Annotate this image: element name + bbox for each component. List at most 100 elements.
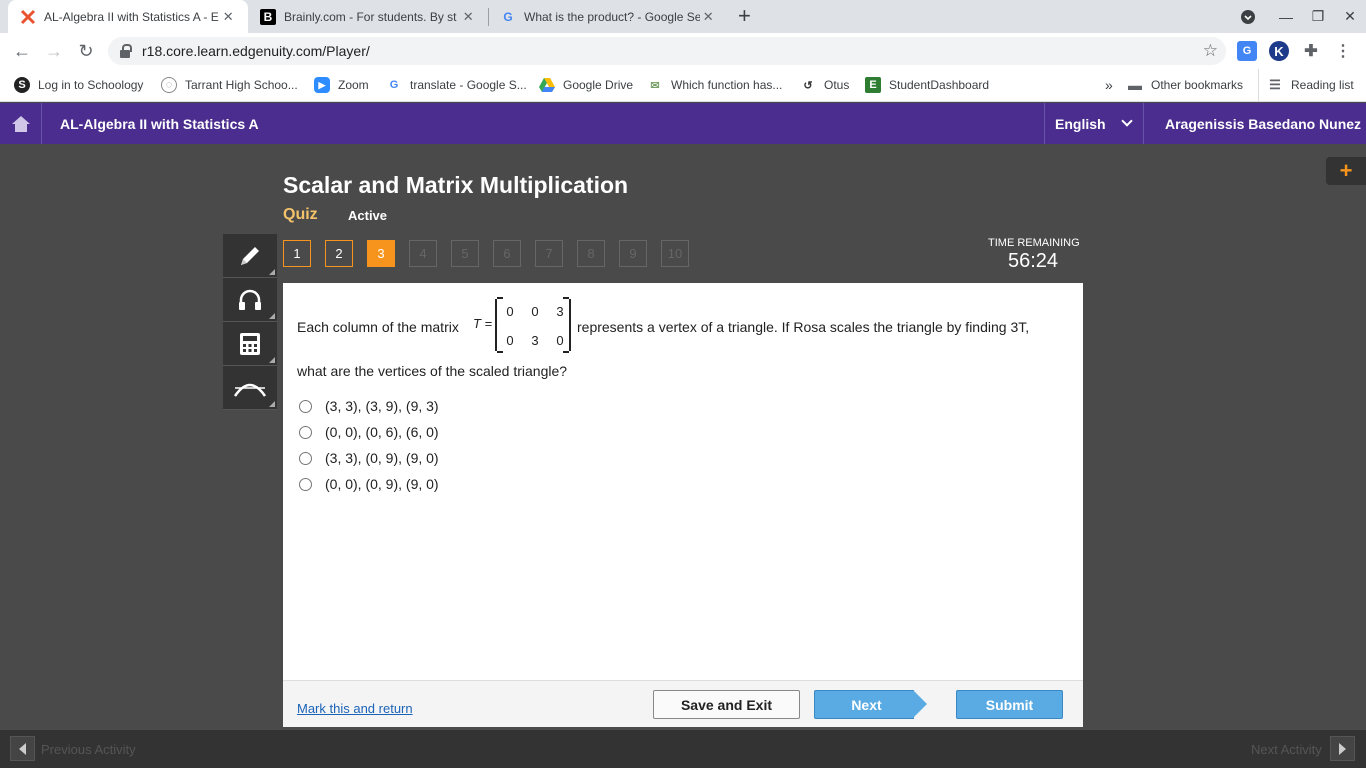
close-icon[interactable]: ✕ — [220, 9, 236, 25]
question-button-3[interactable]: 3 — [367, 240, 395, 267]
matrix-cell: 3 — [531, 333, 539, 348]
answer-option-4[interactable]: (0, 0), (0, 9), (9, 0) — [299, 476, 439, 492]
next-activity-label: Next Activity — [1251, 742, 1322, 757]
matrix-cell: 3 — [556, 304, 564, 319]
arch-icon — [233, 383, 267, 397]
plus-icon: + — [1339, 158, 1353, 183]
tab-brainly[interactable]: B Brainly.com - For students. By st ✕ — [248, 0, 488, 33]
bookmark-google-drive[interactable]: Google Drive — [539, 69, 633, 101]
tab-title: AL-Algebra II with Statistics A - E — [44, 9, 219, 24]
question-button-9: 9 — [619, 240, 647, 267]
browser-tab-strip: AL-Algebra II with Statistics A - E ✕ B … — [0, 0, 1366, 33]
bookmark-star-icon[interactable]: ☆ — [1203, 41, 1218, 61]
tool-rail — [223, 234, 277, 410]
back-icon[interactable]: ← — [10, 39, 34, 63]
close-icon[interactable]: ✕ — [460, 9, 476, 25]
language-label: English — [1055, 115, 1106, 132]
bookmark-label: StudentDashboard — [889, 78, 990, 92]
edgenuity-x-icon — [20, 9, 36, 25]
google-g-icon: G — [503, 9, 513, 24]
time-remaining-value: 56:24 — [1008, 250, 1059, 272]
answer-option-2[interactable]: (0, 0), (0, 6), (6, 0) — [299, 424, 439, 440]
next-button[interactable]: Next — [814, 690, 928, 719]
tab-search-icon[interactable] — [1233, 0, 1263, 33]
chevron-right-icon — [1339, 742, 1346, 755]
new-tab-icon[interactable]: + — [738, 4, 751, 28]
radio-button[interactable] — [299, 477, 312, 491]
question-panel: Each column of the matrix T = 0 0 3 0 3 … — [283, 283, 1083, 680]
next-activity-button[interactable] — [1330, 736, 1355, 761]
language-select[interactable]: English — [1044, 103, 1144, 144]
calculator-tool-button[interactable] — [223, 322, 277, 366]
home-icon — [11, 115, 30, 132]
bookmark-tarrant[interactable]: ◌ Tarrant High Schoo... — [161, 69, 298, 101]
audio-tool-button[interactable] — [223, 278, 277, 322]
bookmark-which-function[interactable]: ✉ Which function has... — [647, 69, 782, 101]
question-button-2[interactable]: 2 — [325, 240, 353, 267]
close-icon[interactable]: ✕ — [700, 9, 716, 25]
add-tools-button[interactable]: + — [1326, 157, 1366, 185]
restore-icon[interactable]: ❐ — [1303, 0, 1333, 33]
radio-button[interactable] — [299, 451, 312, 465]
save-and-exit-button[interactable]: Save and Exit — [653, 690, 800, 719]
matrix-cell: 0 — [531, 304, 539, 319]
k-extension-icon[interactable]: K — [1269, 41, 1289, 61]
translate-extension-icon[interactable]: G — [1237, 41, 1257, 61]
pencil-icon — [241, 246, 259, 265]
bookmark-other-bookmarks[interactable]: ▬ Other bookmarks — [1127, 69, 1243, 101]
brainly-b-icon: B — [260, 8, 276, 25]
bookmark-label: Google Drive — [563, 78, 634, 92]
bookmark-schoology[interactable]: S Log in to Schoology — [14, 69, 143, 101]
reading-list-icon: ☰ — [1269, 77, 1281, 92]
tab-title: What is the product? - Google Se — [524, 9, 701, 24]
address-bar[interactable]: r18.core.learn.edgenuity.com/Player/ ☆ — [108, 37, 1226, 65]
user-name[interactable]: Aragenissis Basedano Nunez — [1165, 116, 1361, 132]
bookmark-label: Which function has... — [671, 78, 783, 92]
matrix-cell: 0 — [506, 333, 514, 348]
pencil-tool-button[interactable] — [223, 234, 277, 278]
answer-option-1[interactable]: (3, 3), (3, 9), (9, 3) — [299, 398, 439, 414]
forward-icon[interactable]: → — [42, 39, 66, 63]
bookmark-student-dashboard[interactable]: E StudentDashboard — [865, 69, 989, 101]
tab-edgenuity[interactable]: AL-Algebra II with Statistics A - E ✕ — [8, 0, 248, 33]
question-text-continued: represents a vertex of a triangle. If Ro… — [577, 319, 1030, 335]
folder-icon: ▬ — [1128, 77, 1142, 93]
extensions-puzzle-icon[interactable]: ✚ — [1301, 41, 1321, 61]
bookmarks-overflow-icon[interactable]: » — [1105, 69, 1113, 101]
reload-icon[interactable]: ↻ — [74, 39, 98, 63]
close-window-icon[interactable]: ✕ — [1335, 0, 1365, 33]
headphones-icon — [239, 289, 261, 310]
radio-button[interactable] — [299, 425, 312, 439]
home-button[interactable] — [0, 103, 42, 144]
question-text-start: Each column of the matrix — [297, 319, 459, 335]
question-button-6: 6 — [493, 240, 521, 267]
answer-label: (3, 3), (0, 9), (9, 0) — [325, 450, 439, 466]
answer-option-3[interactable]: (3, 3), (0, 9), (9, 0) — [299, 450, 439, 466]
otus-icon: ↺ — [803, 79, 813, 92]
course-title: AL-Algebra II with Statistics A — [60, 116, 259, 132]
tab-google-search[interactable]: G What is the product? - Google Se ✕ — [488, 0, 728, 33]
bookmark-zoom[interactable]: ▶ Zoom — [314, 69, 369, 101]
schoology-icon: S — [14, 77, 30, 93]
formula-tool-button[interactable] — [223, 366, 277, 410]
google-g-icon: G — [389, 79, 399, 91]
reading-list-button[interactable]: ☰ Reading list — [1258, 69, 1354, 101]
bookmark-translate[interactable]: G translate - Google S... — [386, 69, 527, 101]
question-button-1[interactable]: 1 — [283, 240, 311, 267]
matrix-cell: 0 — [506, 304, 514, 319]
question-text-line2: what are the vertices of the scaled tria… — [297, 363, 568, 379]
next-button-label: Next — [814, 690, 914, 719]
submit-button[interactable]: Submit — [956, 690, 1063, 719]
answer-label: (3, 3), (3, 9), (9, 3) — [325, 398, 439, 414]
question-footer: Mark this and return Save and Exit Next … — [283, 680, 1083, 727]
question-button-7: 7 — [535, 240, 563, 267]
radio-button[interactable] — [299, 399, 312, 413]
minimize-icon[interactable]: — — [1271, 0, 1301, 33]
activity-status: Active — [348, 208, 388, 223]
previous-activity-button[interactable] — [10, 736, 35, 761]
mark-and-return-link[interactable]: Mark this and return — [297, 701, 413, 716]
chevron-left-icon — [19, 742, 26, 755]
chat-icon: ✉ — [650, 79, 660, 92]
menu-kebab-icon[interactable]: ⋮ — [1333, 41, 1353, 61]
bookmark-otus[interactable]: ↺ Otus — [800, 69, 849, 101]
